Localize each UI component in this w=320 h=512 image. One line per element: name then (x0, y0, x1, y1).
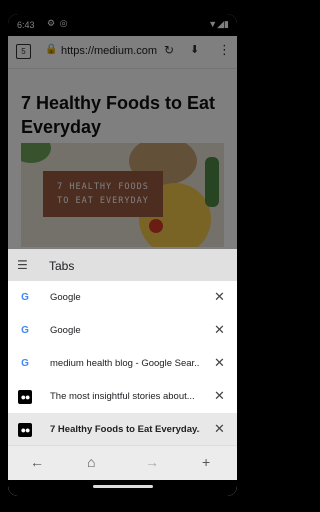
tab-title: The most insightful stories about... (50, 391, 195, 402)
dim-overlay[interactable] (8, 14, 237, 279)
tabs-sheet-header: ☰ Tabs (8, 249, 237, 281)
tab-row[interactable]: ●● The most insightful stories about... … (8, 380, 237, 413)
medium-icon: ●● (18, 423, 32, 437)
back-arrow-icon[interactable]: ← (30, 454, 44, 470)
tab-row[interactable]: G medium health blog - Google Sear... ✕ (8, 347, 237, 380)
tab-row[interactable]: G Google ✕ (8, 281, 237, 314)
tab-row-active[interactable]: ●● 7 Healthy Foods to Eat Everyday.... ✕ (8, 413, 237, 446)
new-tab-icon[interactable]: + (202, 454, 210, 470)
medium-icon: ●● (18, 390, 32, 404)
google-icon: G (21, 358, 29, 369)
system-nav-bar (8, 480, 237, 496)
close-icon[interactable]: ✕ (214, 289, 225, 305)
tab-title: Google (50, 325, 81, 336)
tabs-sheet-title: Tabs (49, 259, 75, 273)
bottom-toolbar: ← ⌂ → + (8, 445, 237, 481)
home-icon[interactable]: ⌂ (87, 454, 95, 470)
close-icon[interactable]: ✕ (214, 421, 225, 437)
tab-title: medium health blog - Google Sear... (50, 358, 200, 369)
list-icon: ☰ (17, 258, 28, 272)
tab-title: 7 Healthy Foods to Eat Everyday.... (50, 424, 200, 435)
close-icon[interactable]: ✕ (214, 322, 225, 338)
tab-title: Google (50, 292, 81, 303)
home-gesture-pill[interactable] (93, 485, 153, 488)
tab-row[interactable]: G Google ✕ (8, 314, 237, 347)
close-icon[interactable]: ✕ (214, 388, 225, 404)
forward-arrow-icon[interactable]: → (145, 454, 159, 470)
phone-screen: 6:43 ⚙ ◎ ▼◢▮ 5 🔒 https://medium.com ↻ ⬇ … (8, 14, 237, 496)
close-icon[interactable]: ✕ (214, 355, 225, 371)
google-icon: G (21, 292, 29, 303)
google-icon: G (21, 325, 29, 336)
